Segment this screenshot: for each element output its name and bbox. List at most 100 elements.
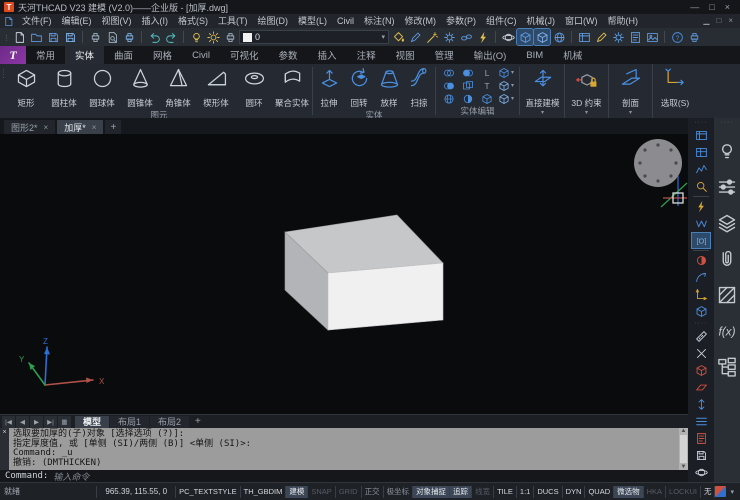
tab-insert[interactable]: 插入 <box>308 46 347 64</box>
drawing-tab-2[interactable]: 加厚*× <box>57 120 103 134</box>
sweep-button[interactable]: 扫掠 <box>404 66 434 109</box>
menu-item-help[interactable]: 帮助(H) <box>603 14 644 28</box>
menu-item-format[interactable]: 格式(S) <box>173 14 213 28</box>
menu-item-modify[interactable]: 修改(M) <box>400 14 442 28</box>
tab-annotate[interactable]: 注释 <box>347 46 386 64</box>
add-layout-button[interactable]: + <box>190 416 206 427</box>
dim-layers-icon[interactable] <box>692 414 710 429</box>
cylinder-button[interactable]: 圆柱体 <box>45 66 83 109</box>
tab-mechanical[interactable]: 机械 <box>553 46 592 64</box>
section-button[interactable]: 剖面▾ <box>609 64 653 118</box>
rail-grip[interactable]: ···· <box>694 321 707 327</box>
dim-clip-icon[interactable] <box>692 431 710 446</box>
new-drawing-tab-button[interactable]: + <box>105 120 121 134</box>
statusbar-cycling[interactable]: 微选物 <box>614 486 644 498</box>
display-panel-icon[interactable] <box>692 128 710 143</box>
dim-vertical-icon[interactable] <box>692 397 710 412</box>
tab-solid[interactable]: 实体 <box>65 46 104 64</box>
thcad-logo-icon[interactable]: T <box>0 46 26 64</box>
menu-item-model[interactable]: 模型(L) <box>293 14 332 28</box>
command-input-line[interactable]: Command: 输入命令 <box>0 470 688 482</box>
spline-w-icon[interactable] <box>692 216 710 231</box>
3d-constraint-button[interactable]: 3D 约束▾ <box>565 64 609 118</box>
undo-icon[interactable] <box>146 29 162 45</box>
direct-modeling-button[interactable]: 直接建模▾ <box>521 64 565 118</box>
scrollbar-thumb[interactable] <box>680 435 687 463</box>
render-print-icon[interactable] <box>222 29 238 45</box>
menu-item-view[interactable]: 视图(V) <box>97 14 137 28</box>
thicken-icon[interactable] <box>459 92 477 105</box>
lightbulb-icon[interactable] <box>716 140 738 162</box>
drawing-tab-1[interactable]: 图形2*× <box>4 120 55 134</box>
save-view-icon[interactable] <box>692 448 710 463</box>
menu-item-insert[interactable]: 插入(I) <box>137 14 174 28</box>
tab-bim[interactable]: BIM <box>516 46 553 64</box>
polyline-graph-icon[interactable] <box>692 162 710 177</box>
cone-button[interactable]: 圆锥体 <box>121 66 159 109</box>
pyramid-button[interactable]: 角锥体 <box>159 66 197 109</box>
statusbar-polar[interactable]: 极坐标 <box>384 486 414 498</box>
menu-item-parametric[interactable]: 参数(P) <box>441 14 481 28</box>
extract-edges-icon[interactable]: ▾ <box>497 79 515 92</box>
statusbar-quad[interactable]: QUAD <box>585 486 614 498</box>
print-icon[interactable] <box>686 29 702 45</box>
mdi-restore-button[interactable]: □ <box>716 14 721 28</box>
dim-box-icon[interactable] <box>692 363 710 378</box>
workspace-color-icon[interactable] <box>715 486 726 497</box>
dim-plane-icon[interactable] <box>692 380 710 395</box>
tab-parametric[interactable]: 参数 <box>269 46 308 64</box>
statusbar-grid[interactable]: GRID <box>336 486 362 498</box>
statusbar-snap[interactable]: SNAP <box>308 486 335 498</box>
tab-view[interactable]: 视图 <box>386 46 425 64</box>
close-tab-icon[interactable]: × <box>92 123 97 132</box>
new-file-icon[interactable] <box>11 29 27 45</box>
ribbon-grip[interactable]: ···· <box>0 64 7 118</box>
sun-icon[interactable] <box>205 29 221 45</box>
union-icon[interactable] <box>440 66 458 79</box>
menu-item-window[interactable]: 窗口(W) <box>560 14 603 28</box>
open-folder-icon[interactable] <box>28 29 44 45</box>
mdi-minimize-button[interactable]: ▁ <box>703 14 709 28</box>
menu-item-dimension[interactable]: 标注(N) <box>359 14 400 28</box>
solid-box-object[interactable] <box>285 215 443 330</box>
menu-item-tools[interactable]: 工具(T) <box>213 14 253 28</box>
menu-item-file[interactable]: 文件(F) <box>17 14 57 28</box>
tab-manage[interactable]: 管理 <box>425 46 464 64</box>
statusbar-tile[interactable]: TILE <box>494 486 517 498</box>
sliders-icon[interactable] <box>716 176 738 198</box>
layers-icon[interactable] <box>716 212 738 234</box>
dim-ruler-icon[interactable] <box>692 329 710 344</box>
revolve-button[interactable]: 回转 <box>344 66 374 109</box>
wedge-button[interactable]: 楔形体 <box>197 66 235 109</box>
close-tab-icon[interactable]: × <box>44 123 49 132</box>
extrude-button[interactable]: 拉伸 <box>314 66 344 109</box>
help-icon[interactable]: ? <box>669 29 685 45</box>
properties-panel-icon[interactable] <box>576 29 592 45</box>
command-scrollbar[interactable]: ▲ ▼ <box>679 428 688 470</box>
status-menu-chevron-icon[interactable]: ▾ <box>730 488 734 496</box>
tab-home[interactable]: 常用 <box>26 46 65 64</box>
layout-tab-2[interactable]: 布局2 <box>150 416 189 428</box>
viewport-canvas[interactable]: X Z Y <box>0 134 688 414</box>
close-button[interactable]: × <box>725 0 730 14</box>
scroll-up-icon[interactable]: ▲ <box>681 428 687 434</box>
plot-preview-icon[interactable] <box>104 29 120 45</box>
polysolid-button[interactable]: 聚合实体 <box>273 66 311 109</box>
form-list-icon[interactable] <box>627 29 643 45</box>
paint-bucket-icon[interactable] <box>390 29 406 45</box>
imprint-icon[interactable] <box>478 92 496 105</box>
tab-mesh[interactable]: 网格 <box>143 46 182 64</box>
statusbar-hka[interactable]: HKA <box>644 486 666 498</box>
orbit-view-icon[interactable] <box>500 29 516 45</box>
tab-visualize[interactable]: 可视化 <box>220 46 269 64</box>
arc-tool-icon[interactable] <box>692 270 710 285</box>
realistic-view-icon[interactable] <box>534 29 550 45</box>
shaded-view-icon[interactable] <box>517 29 533 45</box>
circle-mark-icon[interactable] <box>692 253 710 268</box>
statusbar-ducs[interactable]: DUCS <box>534 486 562 498</box>
save-icon[interactable] <box>45 29 61 45</box>
torus-button[interactable]: 圆环 <box>235 66 273 109</box>
save-as-icon[interactable] <box>62 29 78 45</box>
function-fx-icon[interactable]: f(x) <box>716 320 738 342</box>
redo-icon[interactable] <box>163 29 179 45</box>
